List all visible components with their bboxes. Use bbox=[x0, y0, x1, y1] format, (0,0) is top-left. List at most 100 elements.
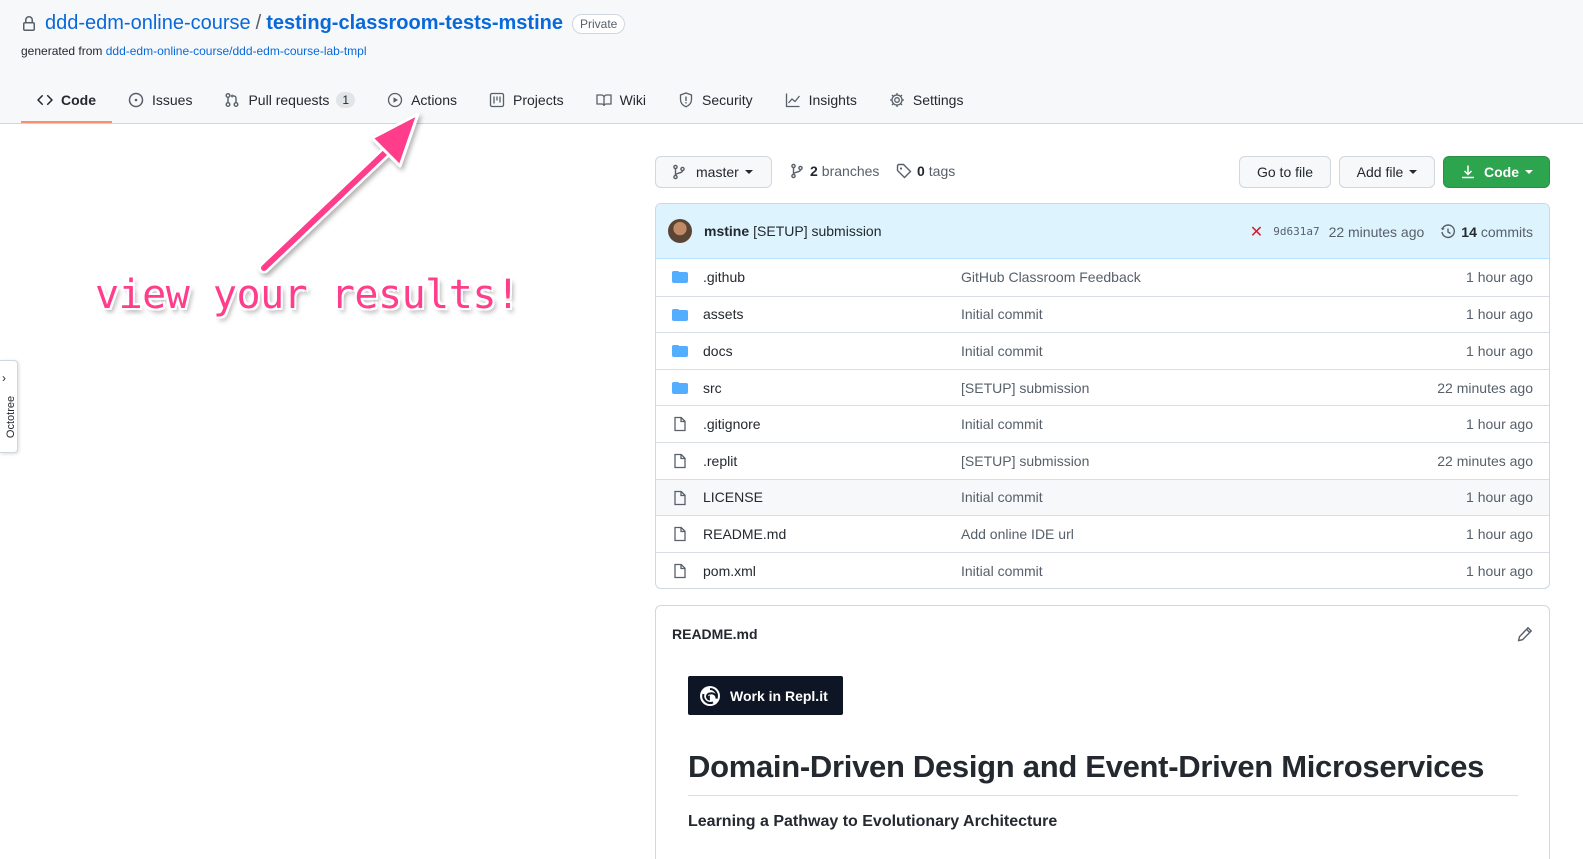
tab-issues[interactable]: Issues bbox=[112, 78, 208, 122]
file-name-link[interactable]: LICENSE bbox=[703, 489, 763, 505]
readme-title: Domain-Driven Design and Event-Driven Mi… bbox=[688, 749, 1518, 796]
repo-separator: / bbox=[255, 12, 262, 34]
file-row[interactable]: LICENSE Initial commit 1 hour ago bbox=[656, 478, 1549, 516]
generated-from-label: generated from bbox=[21, 44, 103, 58]
tab-settings[interactable]: Settings bbox=[873, 78, 980, 122]
file-commit-message[interactable]: [SETUP] submission bbox=[961, 453, 1089, 469]
pull-request-count: 1 bbox=[336, 92, 356, 108]
tab-security[interactable]: Security bbox=[662, 78, 769, 122]
file-name-link[interactable]: .replit bbox=[703, 453, 737, 469]
file-row[interactable]: assets Initial commit 1 hour ago bbox=[656, 295, 1549, 333]
file-row[interactable]: .gitignore Initial commit 1 hour ago bbox=[656, 405, 1549, 442]
file-icon-wrap bbox=[672, 416, 688, 435]
file-name-link[interactable]: assets bbox=[703, 306, 743, 322]
commits-history-link[interactable]: 14 commits bbox=[1440, 224, 1533, 240]
file-commit-message[interactable]: Add online IDE url bbox=[961, 526, 1074, 542]
add-file-button[interactable]: Add file bbox=[1339, 156, 1435, 188]
file-commit-message[interactable]: GitHub Classroom Feedback bbox=[961, 269, 1141, 285]
shield-icon bbox=[679, 92, 693, 108]
file-name-link[interactable]: .gitignore bbox=[703, 416, 761, 432]
template-repo-link[interactable]: ddd-edm-online-course/ddd-edm-course-lab… bbox=[106, 44, 367, 58]
commit-sha[interactable]: 9d631a7 bbox=[1273, 225, 1319, 238]
branches-count: 2 bbox=[810, 163, 818, 179]
file-age: 1 hour ago bbox=[1466, 342, 1533, 359]
code-icon bbox=[37, 94, 53, 106]
file-icon bbox=[674, 453, 686, 469]
tags-link[interactable]: 0 tags bbox=[896, 163, 955, 179]
commits-label: commits bbox=[1480, 223, 1533, 240]
file-icon bbox=[674, 563, 686, 578]
avatar[interactable] bbox=[668, 219, 692, 243]
code-button-label: Code bbox=[1484, 164, 1519, 180]
file-commit-message[interactable]: Initial commit bbox=[961, 489, 1043, 505]
branch-select-button[interactable]: master bbox=[655, 156, 772, 188]
file-icon bbox=[674, 527, 686, 542]
tab-insights[interactable]: Insights bbox=[769, 78, 873, 122]
file-age: 1 hour ago bbox=[1466, 489, 1533, 506]
file-name-link[interactable]: src bbox=[703, 380, 722, 396]
tags-count: 0 bbox=[917, 163, 925, 179]
tab-projects[interactable]: Projects bbox=[473, 78, 580, 122]
tab-label: Wiki bbox=[619, 92, 647, 108]
file-icon bbox=[674, 417, 686, 432]
repo-title: ddd-edm-online-course / testing-classroo… bbox=[21, 12, 626, 35]
file-row[interactable]: .github GitHub Classroom Feedback 1 hour a… bbox=[656, 259, 1549, 296]
play-icon bbox=[387, 92, 403, 108]
branches-link[interactable]: 2 branches bbox=[789, 163, 879, 179]
file-commit-message[interactable]: Initial commit bbox=[961, 306, 1043, 322]
file-name-link[interactable]: .github bbox=[703, 269, 745, 285]
repo-owner-link[interactable]: ddd-edm-online-course bbox=[45, 12, 251, 35]
go-to-file-button[interactable]: Go to file bbox=[1239, 156, 1331, 188]
tab-label: Actions bbox=[411, 92, 458, 108]
branches-label: branches bbox=[821, 163, 880, 179]
file-row[interactable]: README.md Add online IDE url 1 hour ago bbox=[656, 515, 1549, 552]
lock-icon bbox=[23, 15, 35, 31]
file-commit-message[interactable]: Initial commit bbox=[961, 563, 1043, 579]
tab-label: Insights bbox=[808, 92, 857, 108]
repo-nav: Code Issues Pull requests 1 Actions Proj… bbox=[21, 78, 979, 124]
replit-logo-icon bbox=[700, 685, 720, 706]
folder-icon bbox=[672, 345, 688, 358]
file-commit-message[interactable]: Initial commit bbox=[961, 416, 1043, 432]
file-icon-wrap bbox=[672, 490, 688, 509]
chevron-right-icon: › bbox=[2, 371, 6, 385]
tab-wiki[interactable]: Wiki bbox=[580, 78, 662, 122]
replit-badge-button[interactable]: Work in Repl.it bbox=[688, 676, 843, 715]
tab-code[interactable]: Code bbox=[21, 78, 112, 123]
file-row[interactable]: docs Initial commit 1 hour ago bbox=[656, 332, 1549, 369]
file-commit-message[interactable]: Initial commit bbox=[961, 343, 1043, 359]
file-row[interactable]: src [SETUP] submission 22 minutes ago bbox=[656, 368, 1549, 406]
chevron-down-icon bbox=[744, 170, 753, 174]
file-name-link[interactable]: docs bbox=[703, 343, 733, 359]
project-icon bbox=[489, 92, 505, 108]
file-row[interactable]: pom.xml Initial commit 1 hour ago bbox=[656, 551, 1549, 588]
octotree-toggle[interactable]: › Octotree bbox=[0, 360, 18, 453]
file-age: 1 hour ago bbox=[1466, 525, 1533, 542]
download-icon bbox=[1462, 165, 1474, 179]
tab-label: Pull requests bbox=[248, 92, 330, 108]
readme-filename[interactable]: README.md bbox=[672, 626, 758, 642]
file-age: 1 hour ago bbox=[1466, 562, 1533, 579]
readme-subtitle: Learning a Pathway to Evolutionary Archi… bbox=[688, 813, 1058, 830]
commit-meta: ✕ 9d631a7 22 minutes ago 14 commits bbox=[1250, 204, 1533, 259]
repo-name-link[interactable]: testing-classroom-tests-mstine bbox=[266, 12, 563, 35]
commit-author[interactable]: mstine bbox=[704, 223, 749, 239]
file-icon bbox=[674, 490, 686, 505]
branch-icon bbox=[791, 163, 803, 179]
readme-panel: README.md Work in Repl.it Domain-Driven … bbox=[655, 605, 1550, 859]
file-row[interactable]: .replit [SETUP] submission 22 minutes ago bbox=[656, 441, 1549, 479]
commits-count: 14 bbox=[1461, 223, 1477, 240]
tab-label: Code bbox=[61, 92, 96, 108]
commit-message[interactable]: [SETUP] submission bbox=[753, 223, 881, 239]
code-download-button[interactable]: Code bbox=[1443, 156, 1550, 188]
graph-icon bbox=[785, 93, 800, 108]
branch-name: master bbox=[696, 164, 739, 180]
file-name-link[interactable]: pom.xml bbox=[703, 563, 756, 579]
chevron-down-icon bbox=[1409, 170, 1418, 174]
pencil-icon[interactable] bbox=[1517, 626, 1533, 642]
branch-icon bbox=[673, 164, 685, 180]
file-name-link[interactable]: README.md bbox=[703, 526, 786, 542]
file-commit-message[interactable]: [SETUP] submission bbox=[961, 380, 1089, 396]
x-icon[interactable]: ✕ bbox=[1250, 222, 1263, 242]
chevron-down-icon bbox=[1525, 170, 1533, 174]
